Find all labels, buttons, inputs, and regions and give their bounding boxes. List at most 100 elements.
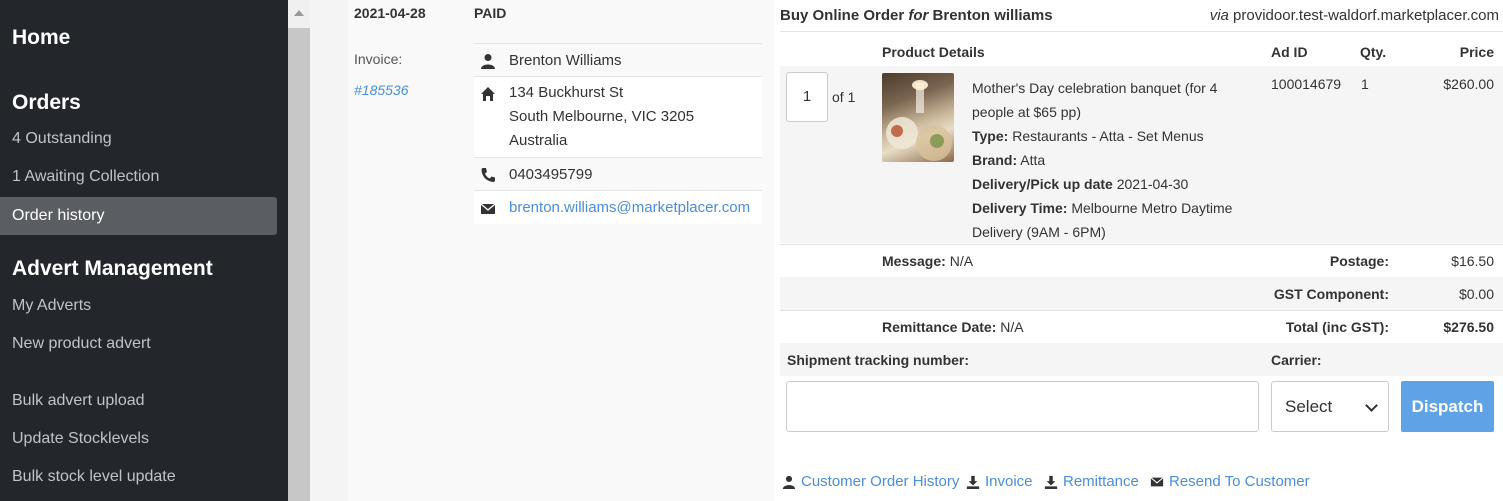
remittance-download-label: Remittance bbox=[1063, 473, 1139, 490]
customer-email-row: brenton.williams@marketplacer.com bbox=[474, 190, 762, 224]
resend-to-customer-link[interactable]: Resend To Customer bbox=[1150, 473, 1310, 490]
invoice-download-link[interactable]: Invoice bbox=[966, 473, 1033, 490]
item-ad-id: 100014679 bbox=[1271, 76, 1342, 92]
scroll-up-arrow-icon[interactable] bbox=[288, 0, 310, 28]
order-date: 2021-04-28 bbox=[354, 5, 426, 21]
order-heading: Buy Online Order for Brenton williams bbox=[780, 7, 1053, 24]
tracking-label: Shipment tracking number: bbox=[787, 352, 970, 368]
total-label: Total (inc GST): bbox=[1285, 319, 1389, 335]
address-line-2: South Melbourne, VIC 3205 bbox=[509, 108, 695, 125]
sidebar-home[interactable]: Home bbox=[12, 26, 70, 50]
product-type: Type: Restaurants - Atta - Set Menus bbox=[972, 124, 1232, 148]
type-value: Restaurants - Atta - Set Menus bbox=[1012, 128, 1204, 144]
quantity-input[interactable]: 1 bbox=[786, 72, 828, 122]
download-icon bbox=[1044, 475, 1058, 489]
sidebar-item-order-history[interactable]: Order history bbox=[0, 197, 277, 235]
item-price: $260.00 bbox=[1443, 76, 1494, 92]
sidebar-item-bulk-advert-upload[interactable]: Bulk advert upload bbox=[0, 382, 277, 420]
home-icon bbox=[481, 87, 495, 101]
customer-order-history-label: Customer Order History bbox=[801, 473, 960, 490]
carrier-select[interactable]: Select bbox=[1271, 381, 1389, 432]
scrollbar[interactable] bbox=[288, 0, 310, 501]
divider bbox=[780, 310, 1503, 311]
product-delivery-date: Delivery/Pick up date 2021-04-30 bbox=[972, 172, 1232, 196]
remittance-label: Remittance Date: bbox=[882, 319, 997, 335]
order-status: PAID bbox=[474, 5, 507, 21]
product-details: Mother's Day celebration banquet (for 4 … bbox=[972, 76, 1232, 244]
gst-row bbox=[780, 277, 1503, 310]
user-icon bbox=[481, 54, 495, 69]
customer-phone-row: 0403495799 bbox=[474, 157, 762, 190]
product-brand: Brand: Atta bbox=[972, 148, 1232, 172]
remittance-row: Remittance Date: N/A bbox=[882, 319, 1024, 335]
product-title-line-1[interactable]: Mother's Day celebration banquet (for 4 bbox=[972, 76, 1232, 100]
item-qty: 1 bbox=[1361, 76, 1369, 92]
sidebar-item-my-adverts[interactable]: My Adverts bbox=[0, 287, 277, 325]
delivery-date-value: 2021-04-30 bbox=[1116, 176, 1189, 192]
product-delivery-time: Delivery Time: Melbourne Metro Daytime bbox=[972, 196, 1232, 220]
customer-email-link[interactable]: brenton.williams@marketplacer.com bbox=[509, 196, 750, 220]
dispatch-button[interactable]: Dispatch bbox=[1401, 381, 1494, 432]
address-line-1: 134 Buckhurst St bbox=[509, 84, 624, 101]
envelope-icon bbox=[1150, 476, 1164, 486]
brand-value: Atta bbox=[1020, 152, 1046, 168]
gutter bbox=[310, 0, 348, 501]
user-icon bbox=[782, 475, 796, 489]
order-heading-for: for bbox=[908, 7, 929, 24]
sidebar-item-bulk-stock-update[interactable]: Bulk stock level update bbox=[0, 458, 277, 496]
sidebar-advert-heading: Advert Management bbox=[12, 257, 213, 280]
order-heading-customer: Brenton williams bbox=[932, 7, 1053, 24]
col-header-product: Product Details bbox=[882, 44, 985, 60]
col-header-ad-id: Ad ID bbox=[1271, 44, 1308, 60]
customer-name: Brenton Williams bbox=[509, 52, 622, 69]
tracking-number-input[interactable] bbox=[786, 381, 1259, 432]
message-row: Message: N/A bbox=[882, 253, 973, 269]
delivery-time-value-1: Melbourne Metro Daytime bbox=[1071, 200, 1233, 216]
sidebar-item-new-product-advert[interactable]: New product advert bbox=[0, 325, 277, 363]
remittance-download-link[interactable]: Remittance bbox=[1044, 473, 1139, 490]
order-info-column: 2021-04-28 PAID Invoice: #185536 Brenton… bbox=[348, 0, 774, 501]
sidebar-item-update-stocklevels[interactable]: Update Stocklevels bbox=[0, 420, 277, 458]
sidebar-orders-heading: Orders bbox=[12, 91, 81, 114]
product-title-line-2[interactable]: people at $65 pp) bbox=[972, 100, 1232, 124]
delivery-time-label: Delivery Time: bbox=[972, 200, 1068, 216]
envelope-icon bbox=[480, 203, 496, 214]
address-line-3: Australia bbox=[509, 132, 568, 149]
chevron-down-icon bbox=[1365, 399, 1378, 412]
total-value: $276.50 bbox=[1443, 319, 1494, 335]
product-image bbox=[886, 80, 952, 161]
order-detail-panel: Buy Online Order for Brenton williams vi… bbox=[774, 0, 1503, 501]
message-value: N/A bbox=[949, 253, 974, 269]
invoice-label: Invoice: bbox=[354, 51, 403, 67]
sidebar-item-outstanding[interactable]: 4 Outstanding bbox=[0, 120, 277, 158]
type-label: Type: bbox=[972, 128, 1009, 144]
product-delivery-time-cont: Delivery (9AM - 6PM) bbox=[972, 224, 1106, 240]
customer-order-history-link[interactable]: Customer Order History bbox=[782, 473, 959, 490]
col-header-price: Price bbox=[1459, 44, 1494, 60]
gst-value: $0.00 bbox=[1458, 286, 1494, 302]
product-thumbnail[interactable] bbox=[882, 73, 954, 162]
message-label: Message: bbox=[882, 253, 946, 269]
invoice-link[interactable]: #185536 bbox=[354, 82, 409, 98]
postage-label: Postage: bbox=[1329, 253, 1389, 269]
gst-label: GST Component: bbox=[1273, 286, 1389, 302]
phone-icon bbox=[481, 168, 495, 182]
customer-address-row: 134 Buckhurst St South Melbourne, VIC 32… bbox=[474, 76, 762, 157]
sidebar-item-awaiting-collection[interactable]: 1 Awaiting Collection bbox=[0, 158, 277, 196]
order-heading-prefix: Buy Online Order bbox=[780, 7, 905, 24]
order-source: via providoor.test-waldorf.marketplacer.… bbox=[1210, 7, 1499, 24]
postage-value: $16.50 bbox=[1451, 253, 1494, 269]
delivery-date-label: Delivery/Pick up date bbox=[972, 176, 1113, 192]
download-icon bbox=[966, 475, 980, 489]
divider bbox=[780, 31, 1503, 32]
carrier-selected: Select bbox=[1285, 397, 1333, 416]
remittance-value: N/A bbox=[1000, 319, 1024, 335]
col-header-qty: Qty. bbox=[1360, 44, 1387, 60]
sidebar: Home Orders 4 Outstanding 1 Awaiting Col… bbox=[0, 0, 288, 501]
brand-label: Brand: bbox=[972, 152, 1018, 168]
invoice-download-label: Invoice bbox=[985, 473, 1033, 490]
divider bbox=[780, 244, 1503, 245]
customer-phone: 0403495799 bbox=[509, 166, 593, 183]
resend-to-customer-label: Resend To Customer bbox=[1169, 473, 1310, 490]
quantity-of-label: of 1 bbox=[832, 89, 856, 105]
